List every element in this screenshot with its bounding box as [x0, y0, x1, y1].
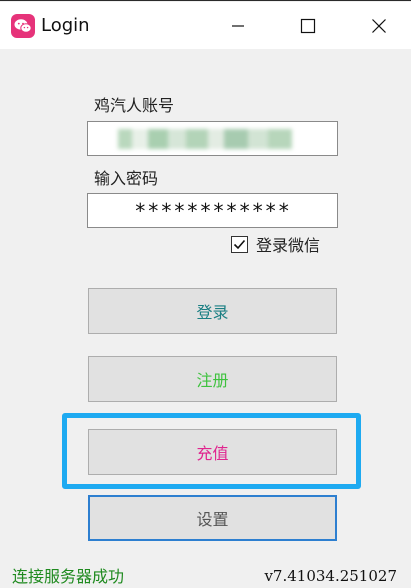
window-title: Login [41, 15, 90, 36]
wechat-icon [11, 14, 35, 38]
recharge-button[interactable]: 充值 [88, 429, 337, 475]
checkmark-icon [233, 239, 246, 249]
connection-status: 连接服务器成功 [12, 567, 125, 586]
maximize-icon [300, 18, 316, 34]
password-label: 输入密码 [94, 169, 159, 188]
account-label: 鸡汽人账号 [94, 96, 175, 115]
close-button[interactable] [356, 3, 402, 49]
register-button[interactable]: 注册 [88, 356, 337, 402]
password-value: ************ [134, 198, 291, 223]
close-icon [372, 19, 386, 33]
maximize-button[interactable] [285, 3, 331, 49]
login-window: Login 鸡汽人账号 输入密码 ************ 登录微信 登录 注册… [0, 0, 411, 588]
account-value-redacted [118, 129, 292, 149]
login-wechat-label: 登录微信 [256, 236, 321, 255]
login-button[interactable]: 登录 [88, 288, 337, 334]
password-field[interactable]: ************ [87, 193, 338, 228]
login-wechat-option[interactable]: 登录微信 [231, 232, 320, 256]
minimize-icon [232, 25, 244, 27]
settings-button[interactable]: 设置 [88, 495, 337, 541]
title-bar: Login [0, 2, 411, 49]
account-field[interactable] [87, 121, 338, 156]
minimize-button[interactable] [215, 3, 261, 49]
version-label: v7.41034.251027 [264, 567, 397, 585]
login-wechat-checkbox[interactable] [231, 235, 248, 253]
